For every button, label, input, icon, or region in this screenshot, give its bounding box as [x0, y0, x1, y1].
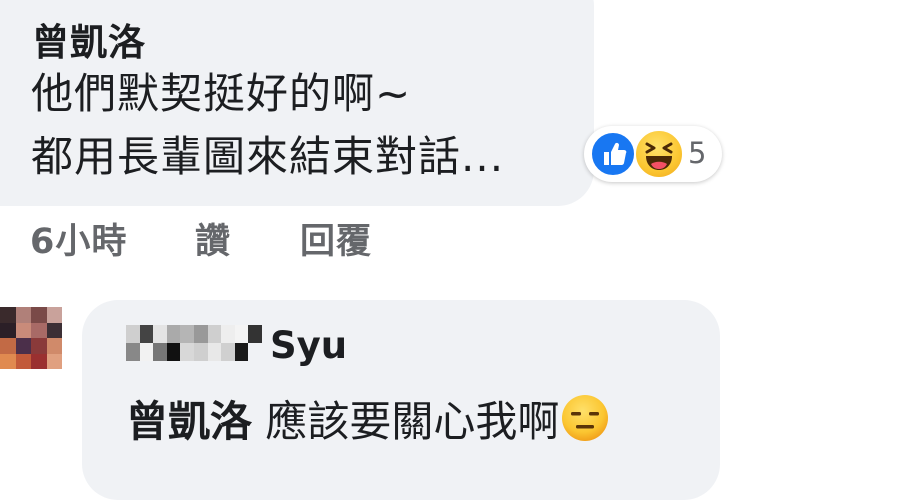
comment-text-line-1: 他們默契挺好的啊~ — [31, 69, 412, 118]
reply-button[interactable]: 回覆 — [300, 213, 372, 263]
avatar[interactable] — [0, 307, 62, 369]
reply-text: 曾凱洛 應該要關心我啊 — [126, 388, 609, 449]
haha-icon — [634, 129, 684, 179]
comment-text-line-2: 都用長輩圖來結束對話... — [31, 132, 505, 181]
comment-author[interactable]: 曾凱洛 — [32, 12, 146, 66]
expressionless-face-icon — [561, 394, 609, 442]
comment-bubble: 曾凱洛 他們默契挺好的啊~ 都用長輩圖來結束對話... — [0, 0, 594, 206]
like-button[interactable]: 讚 — [195, 213, 231, 263]
comment-text: 他們默契挺好的啊~ 都用長輩圖來結束對話... — [31, 62, 504, 188]
mention-tag[interactable]: 曾凱洛 — [126, 397, 252, 446]
like-icon — [590, 131, 636, 177]
reply-author-name[interactable]: Syu — [270, 324, 347, 367]
comment-timestamp[interactable]: 6小時 — [30, 213, 127, 263]
reply-message: 應該要關心我啊 — [265, 397, 560, 446]
reactions-summary[interactable]: 5 — [584, 126, 722, 182]
reply-bubble: Syu 曾凱洛 應該要關心我啊 — [82, 300, 720, 500]
blurred-author-name — [126, 325, 262, 361]
reaction-count: 5 — [688, 136, 707, 170]
